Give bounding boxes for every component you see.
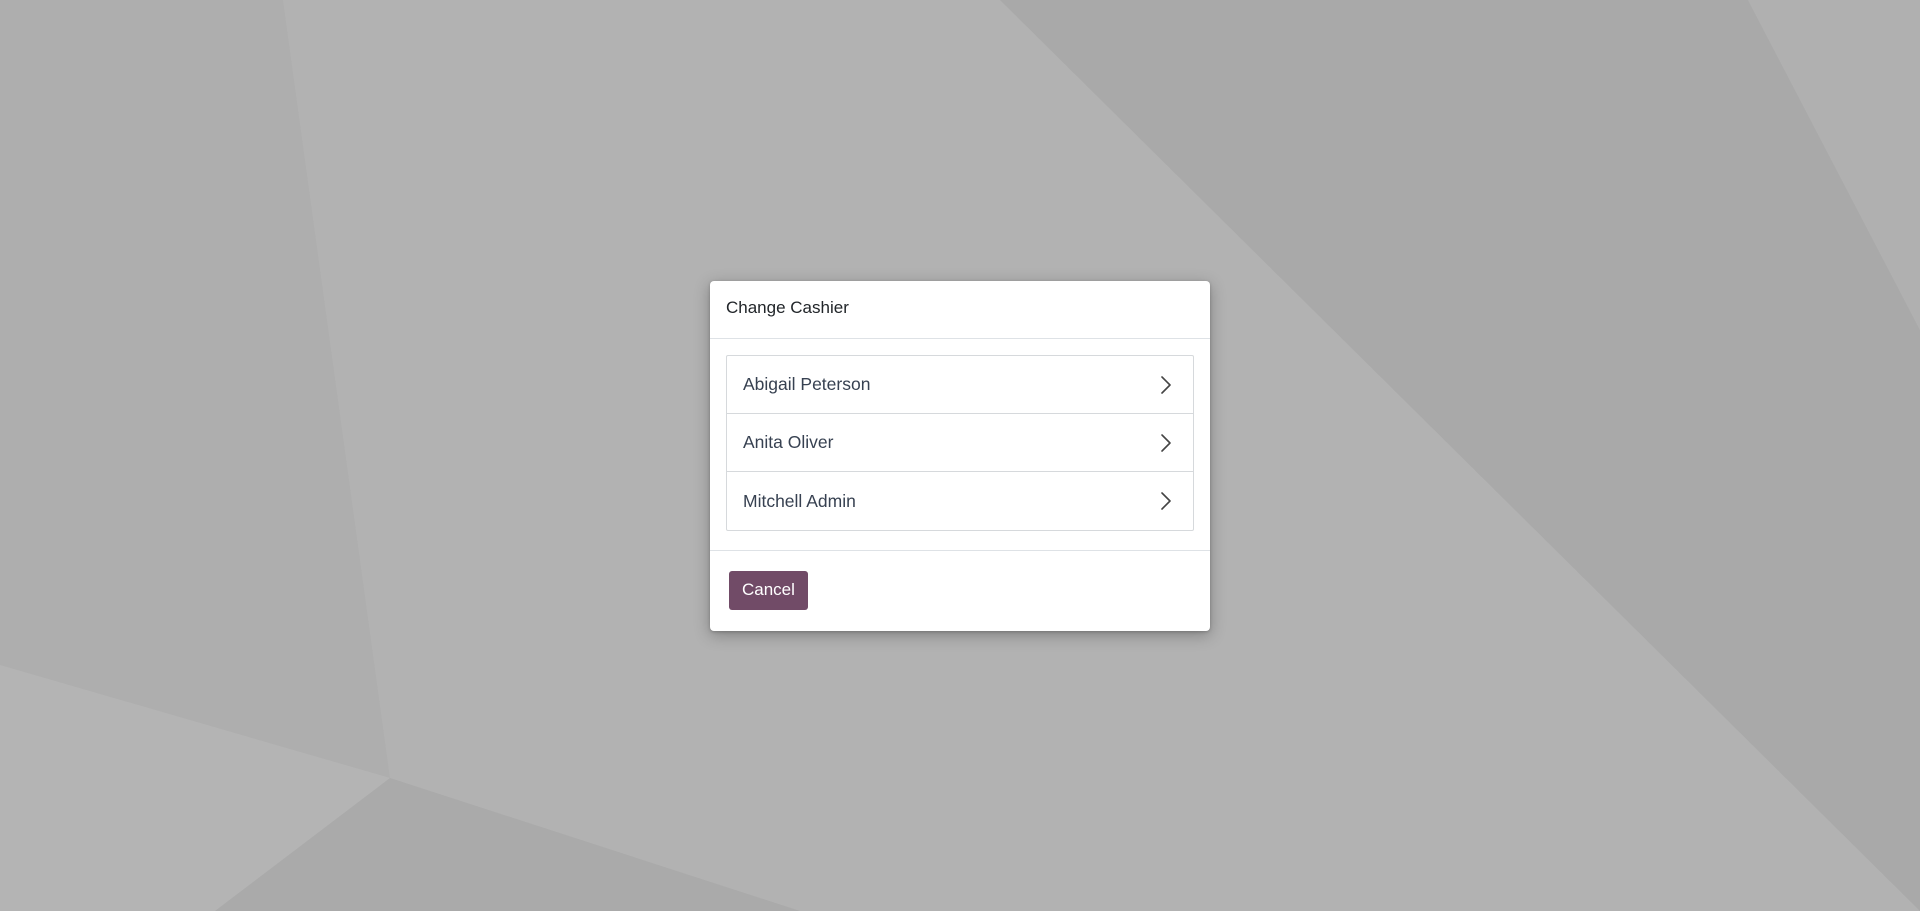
cashier-name: Abigail Peterson (743, 374, 871, 394)
chevron-right-icon (1161, 492, 1171, 510)
chevron-right-icon (1161, 375, 1171, 394)
cashier-name: Anita Oliver (743, 432, 834, 452)
dialog-footer: Cancel (710, 551, 1210, 630)
cashier-item-mitchell-admin[interactable]: Mitchell Admin (727, 472, 1193, 530)
cashier-name: Mitchell Admin (743, 490, 856, 511)
dialog-title: Change Cashier (726, 298, 849, 317)
cashier-item-anita-oliver[interactable]: Anita Oliver (727, 414, 1193, 472)
cancel-button[interactable]: Cancel (729, 571, 808, 610)
change-cashier-dialog: Change Cashier Abigail Peterson Anita Ol… (710, 281, 1210, 631)
dialog-body: Abigail Peterson Anita Oliver Mitchell A… (710, 339, 1210, 551)
cashier-list: Abigail Peterson Anita Oliver Mitchell A… (726, 355, 1194, 531)
chevron-right-icon (1161, 433, 1171, 452)
cashier-item-abigail-peterson[interactable]: Abigail Peterson (727, 356, 1193, 414)
dialog-header: Change Cashier (710, 281, 1210, 339)
